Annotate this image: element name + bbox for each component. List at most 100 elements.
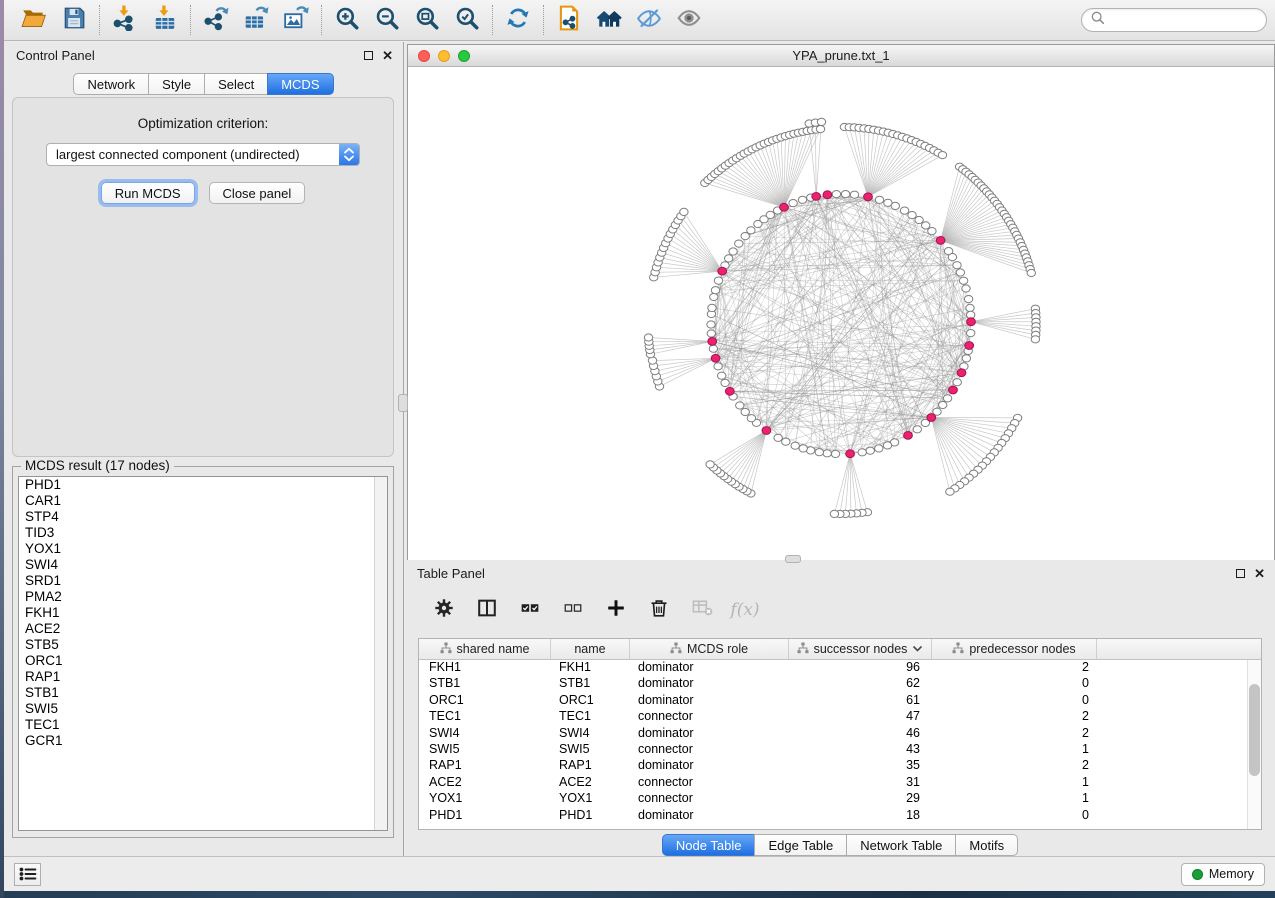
run-mcds-button[interactable]: Run MCDS <box>101 182 195 204</box>
table-cell[interactable]: connector <box>630 775 789 791</box>
result-list-item[interactable]: TID3 <box>19 525 387 541</box>
table-cell[interactable]: dominator <box>630 660 789 676</box>
table-cell[interactable]: 1 <box>932 791 1097 807</box>
table-cell[interactable]: 18 <box>789 808 932 824</box>
save-session-button[interactable] <box>54 4 94 36</box>
tab-network-table[interactable]: Network Table <box>846 834 956 856</box>
table-cell[interactable]: 47 <box>789 709 932 725</box>
table-cell[interactable]: SWI4 <box>419 726 551 742</box>
table-cell[interactable]: 1 <box>932 742 1097 758</box>
minimize-window-icon[interactable] <box>438 50 450 62</box>
table-cell[interactable]: 96 <box>789 660 932 676</box>
table-cell[interactable]: dominator <box>630 693 789 709</box>
table-cell[interactable]: 31 <box>789 775 932 791</box>
table-cell[interactable]: 1 <box>932 775 1097 791</box>
table-cell[interactable]: SWI5 <box>419 742 551 758</box>
result-list-item[interactable]: YOX1 <box>19 541 387 557</box>
table-row[interactable]: STB1STB1dominator620 <box>419 676 1261 692</box>
table-cell[interactable]: 0 <box>932 808 1097 824</box>
table-cell[interactable]: 2 <box>932 709 1097 725</box>
table-cell[interactable]: STB1 <box>419 676 551 692</box>
column-header-shared-name[interactable]: shared name <box>419 639 551 659</box>
new-network-button[interactable] <box>549 4 589 36</box>
close-window-icon[interactable] <box>418 50 430 62</box>
search-input[interactable] <box>1109 13 1264 27</box>
table-splitter-handle[interactable] <box>785 555 801 563</box>
result-list-item[interactable]: ACE2 <box>19 621 387 637</box>
table-cell[interactable]: RAP1 <box>419 758 551 774</box>
table-cell[interactable]: dominator <box>630 676 789 692</box>
result-list-item[interactable]: STP4 <box>19 509 387 525</box>
result-list-item[interactable]: STB5 <box>19 637 387 653</box>
table-row[interactable]: TEC1TEC1connector472 <box>419 709 1261 725</box>
table-cell[interactable]: connector <box>630 791 789 807</box>
result-list-item[interactable]: GCR1 <box>19 733 387 749</box>
table-cell[interactable]: YOX1 <box>551 791 630 807</box>
network-window-titlebar[interactable]: YPA_prune.txt_1 <box>408 45 1274 67</box>
result-list-item[interactable]: ORC1 <box>19 653 387 669</box>
table-options-button[interactable] <box>431 597 457 623</box>
table-cell[interactable]: 0 <box>932 676 1097 692</box>
result-list-item[interactable]: FKH1 <box>19 605 387 621</box>
result-list-item[interactable]: TEC1 <box>19 717 387 733</box>
delete-columns-button[interactable] <box>646 597 672 623</box>
table-cell[interactable]: dominator <box>630 808 789 824</box>
tab-style[interactable]: Style <box>148 73 205 95</box>
table-cell[interactable]: 62 <box>789 676 932 692</box>
table-row[interactable]: RAP1RAP1dominator352 <box>419 758 1261 774</box>
memory-button[interactable]: Memory <box>1181 863 1265 886</box>
column-header-MCDS-role[interactable]: MCDS role <box>630 639 789 659</box>
hide-selected-button[interactable] <box>629 4 669 36</box>
table-cell[interactable]: ACE2 <box>551 775 630 791</box>
float-panel-icon[interactable] <box>364 51 373 60</box>
table-cell[interactable]: PHD1 <box>419 808 551 824</box>
table-cell[interactable]: 35 <box>789 758 932 774</box>
table-cell[interactable]: 2 <box>932 726 1097 742</box>
table-row[interactable]: ACE2ACE2connector311 <box>419 775 1261 791</box>
table-row[interactable]: PHD1PHD1dominator180 <box>419 808 1261 824</box>
export-table-button[interactable] <box>236 4 276 36</box>
tab-mcds[interactable]: MCDS <box>267 73 333 95</box>
select-all-rows-button[interactable] <box>517 597 543 623</box>
close-panel-button[interactable]: Close panel <box>209 182 306 204</box>
table-cell[interactable]: TEC1 <box>419 709 551 725</box>
refresh-view-button[interactable] <box>498 4 538 36</box>
table-cell[interactable]: SWI5 <box>551 742 630 758</box>
table-cell[interactable]: connector <box>630 709 789 725</box>
maximize-window-icon[interactable] <box>458 50 470 62</box>
tab-select[interactable]: Select <box>204 73 268 95</box>
table-cell[interactable]: 29 <box>789 791 932 807</box>
close-panel-icon[interactable]: ✕ <box>382 51 393 60</box>
table-row[interactable]: ORC1ORC1dominator610 <box>419 693 1261 709</box>
tab-edge-table[interactable]: Edge Table <box>754 834 847 856</box>
result-list-item[interactable]: CAR1 <box>19 493 387 509</box>
open-session-button[interactable] <box>14 4 54 36</box>
float-table-panel-icon[interactable] <box>1236 569 1245 578</box>
show-hidden-button[interactable] <box>669 4 709 36</box>
search-box[interactable] <box>1081 8 1267 32</box>
add-column-button[interactable] <box>603 597 629 623</box>
tab-node-table[interactable]: Node Table <box>662 834 756 856</box>
result-list-item[interactable]: SRD1 <box>19 573 387 589</box>
table-cell[interactable]: PHD1 <box>551 808 630 824</box>
tab-network[interactable]: Network <box>73 73 149 95</box>
export-image-button[interactable] <box>276 4 316 36</box>
network-view-canvas[interactable] <box>408 67 1274 560</box>
close-table-panel-icon[interactable]: ✕ <box>1254 569 1265 578</box>
result-list-item[interactable]: PHD1 <box>19 477 387 493</box>
export-network-button[interactable] <box>196 4 236 36</box>
table-cell[interactable]: 43 <box>789 742 932 758</box>
result-list-item[interactable]: RAP1 <box>19 669 387 685</box>
table-scrollbar[interactable] <box>1247 660 1261 829</box>
show-all-panels-button[interactable] <box>589 4 629 36</box>
table-cell[interactable]: connector <box>630 742 789 758</box>
table-cell[interactable]: YOX1 <box>419 791 551 807</box>
table-cell[interactable]: 61 <box>789 693 932 709</box>
table-scrollbar-thumb[interactable] <box>1249 684 1260 776</box>
table-row[interactable]: YOX1YOX1connector291 <box>419 791 1261 807</box>
tab-motifs[interactable]: Motifs <box>955 834 1018 856</box>
import-table-button[interactable] <box>145 4 185 36</box>
table-cell[interactable]: FKH1 <box>419 660 551 676</box>
table-cell[interactable]: dominator <box>630 726 789 742</box>
task-history-button[interactable] <box>14 863 41 886</box>
